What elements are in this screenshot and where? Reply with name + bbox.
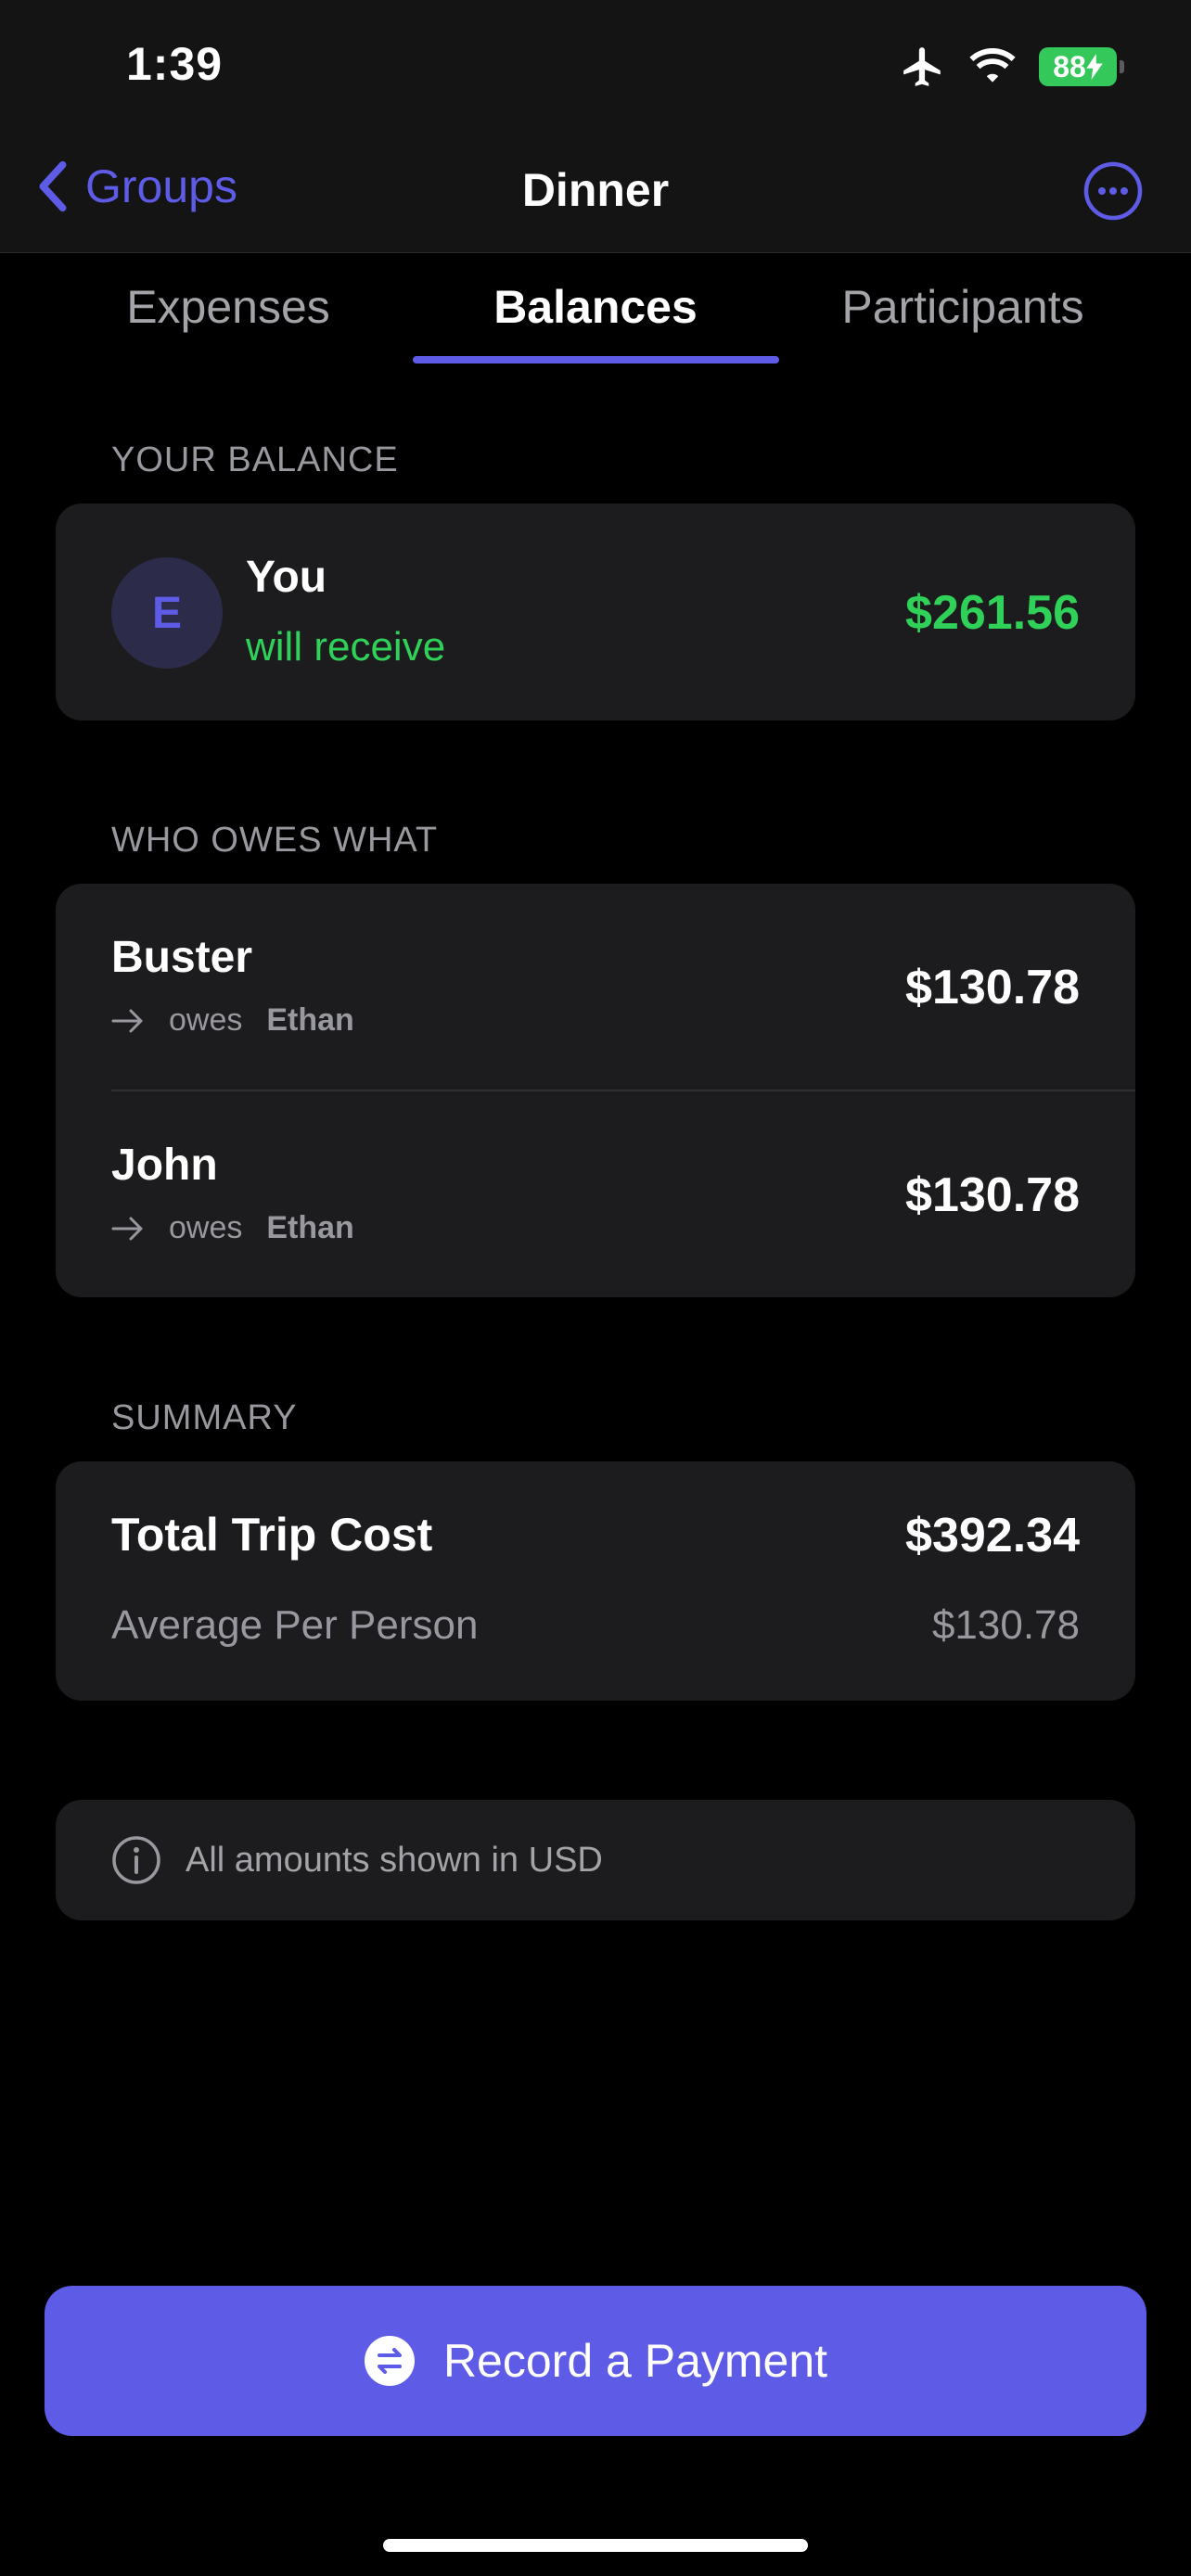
balance-amount: $261.56 [905, 586, 1080, 640]
arrow-right-icon [111, 1217, 143, 1240]
average-value: $130.78 [931, 1602, 1080, 1648]
home-indicator [383, 2539, 808, 2552]
average-label: Average Per Person [111, 1602, 479, 1648]
tab-bar: Expenses Balances Participants [0, 254, 1191, 375]
your-balance-card: E You will receive $261.56 [56, 504, 1135, 721]
tab-participants[interactable]: Participants [779, 280, 1146, 334]
debtor-name: Buster [111, 933, 253, 982]
status-time: 1:39 [126, 38, 224, 90]
owe-amount: $130.78 [905, 961, 1080, 1014]
balance-status: will receive [246, 624, 446, 670]
your-balance-header: YOUR BALANCE [111, 440, 399, 479]
total-cost-label: Total Trip Cost [111, 1509, 433, 1561]
more-options-icon[interactable] [1083, 161, 1143, 221]
owe-verb: owes [169, 1210, 243, 1245]
airplane-icon [903, 47, 941, 86]
top-bar: 1:39 88 Groups Dinner [0, 0, 1191, 253]
avatar: E [111, 557, 223, 669]
balances-screen: 1:39 88 Groups Dinner Expenses Balances … [0, 0, 1191, 2576]
page-title: Dinner [521, 164, 670, 216]
summary-header: SUMMARY [111, 1398, 298, 1437]
balance-name: You [246, 553, 327, 602]
active-tab-indicator [413, 356, 779, 363]
who-owes-card: Buster owes Ethan $130.78 John owes Etha… [56, 884, 1135, 1297]
debtor-name: John [111, 1141, 218, 1190]
tab-expenses[interactable]: Expenses [45, 280, 412, 334]
tab-balances[interactable]: Balances [412, 280, 779, 334]
who-owes-header: WHO OWES WHAT [111, 821, 439, 860]
charging-bolt-icon [1086, 54, 1103, 80]
wifi-icon [969, 48, 1016, 83]
swap-arrows-icon [364, 2336, 415, 2386]
owe-verb: owes [169, 1002, 243, 1038]
record-payment-label: Record a Payment [442, 2335, 828, 2387]
creditor-name: Ethan [266, 1002, 354, 1038]
record-payment-button[interactable]: Record a Payment [45, 2286, 1146, 2436]
owe-row[interactable]: John owes Ethan $130.78 [56, 1091, 1135, 1297]
currency-note-text: All amounts shown in USD [186, 1840, 603, 1880]
status-icons: 88 [900, 41, 1124, 93]
creditor-name: Ethan [266, 1210, 354, 1245]
battery-level: 88 [1053, 49, 1086, 83]
owe-row[interactable]: Buster owes Ethan $130.78 [56, 884, 1135, 1091]
arrow-right-icon [111, 1009, 143, 1032]
owe-amount: $130.78 [905, 1168, 1080, 1222]
total-cost-value: $392.34 [905, 1509, 1080, 1562]
battery-indicator: 88 [1039, 47, 1124, 86]
info-icon [112, 1836, 160, 1884]
owe-detail: owes Ethan [111, 1210, 354, 1246]
owe-detail: owes Ethan [111, 1002, 354, 1039]
summary-card: Total Trip Cost $392.34 Average Per Pers… [56, 1461, 1135, 1701]
currency-note: All amounts shown in USD [56, 1800, 1135, 1920]
